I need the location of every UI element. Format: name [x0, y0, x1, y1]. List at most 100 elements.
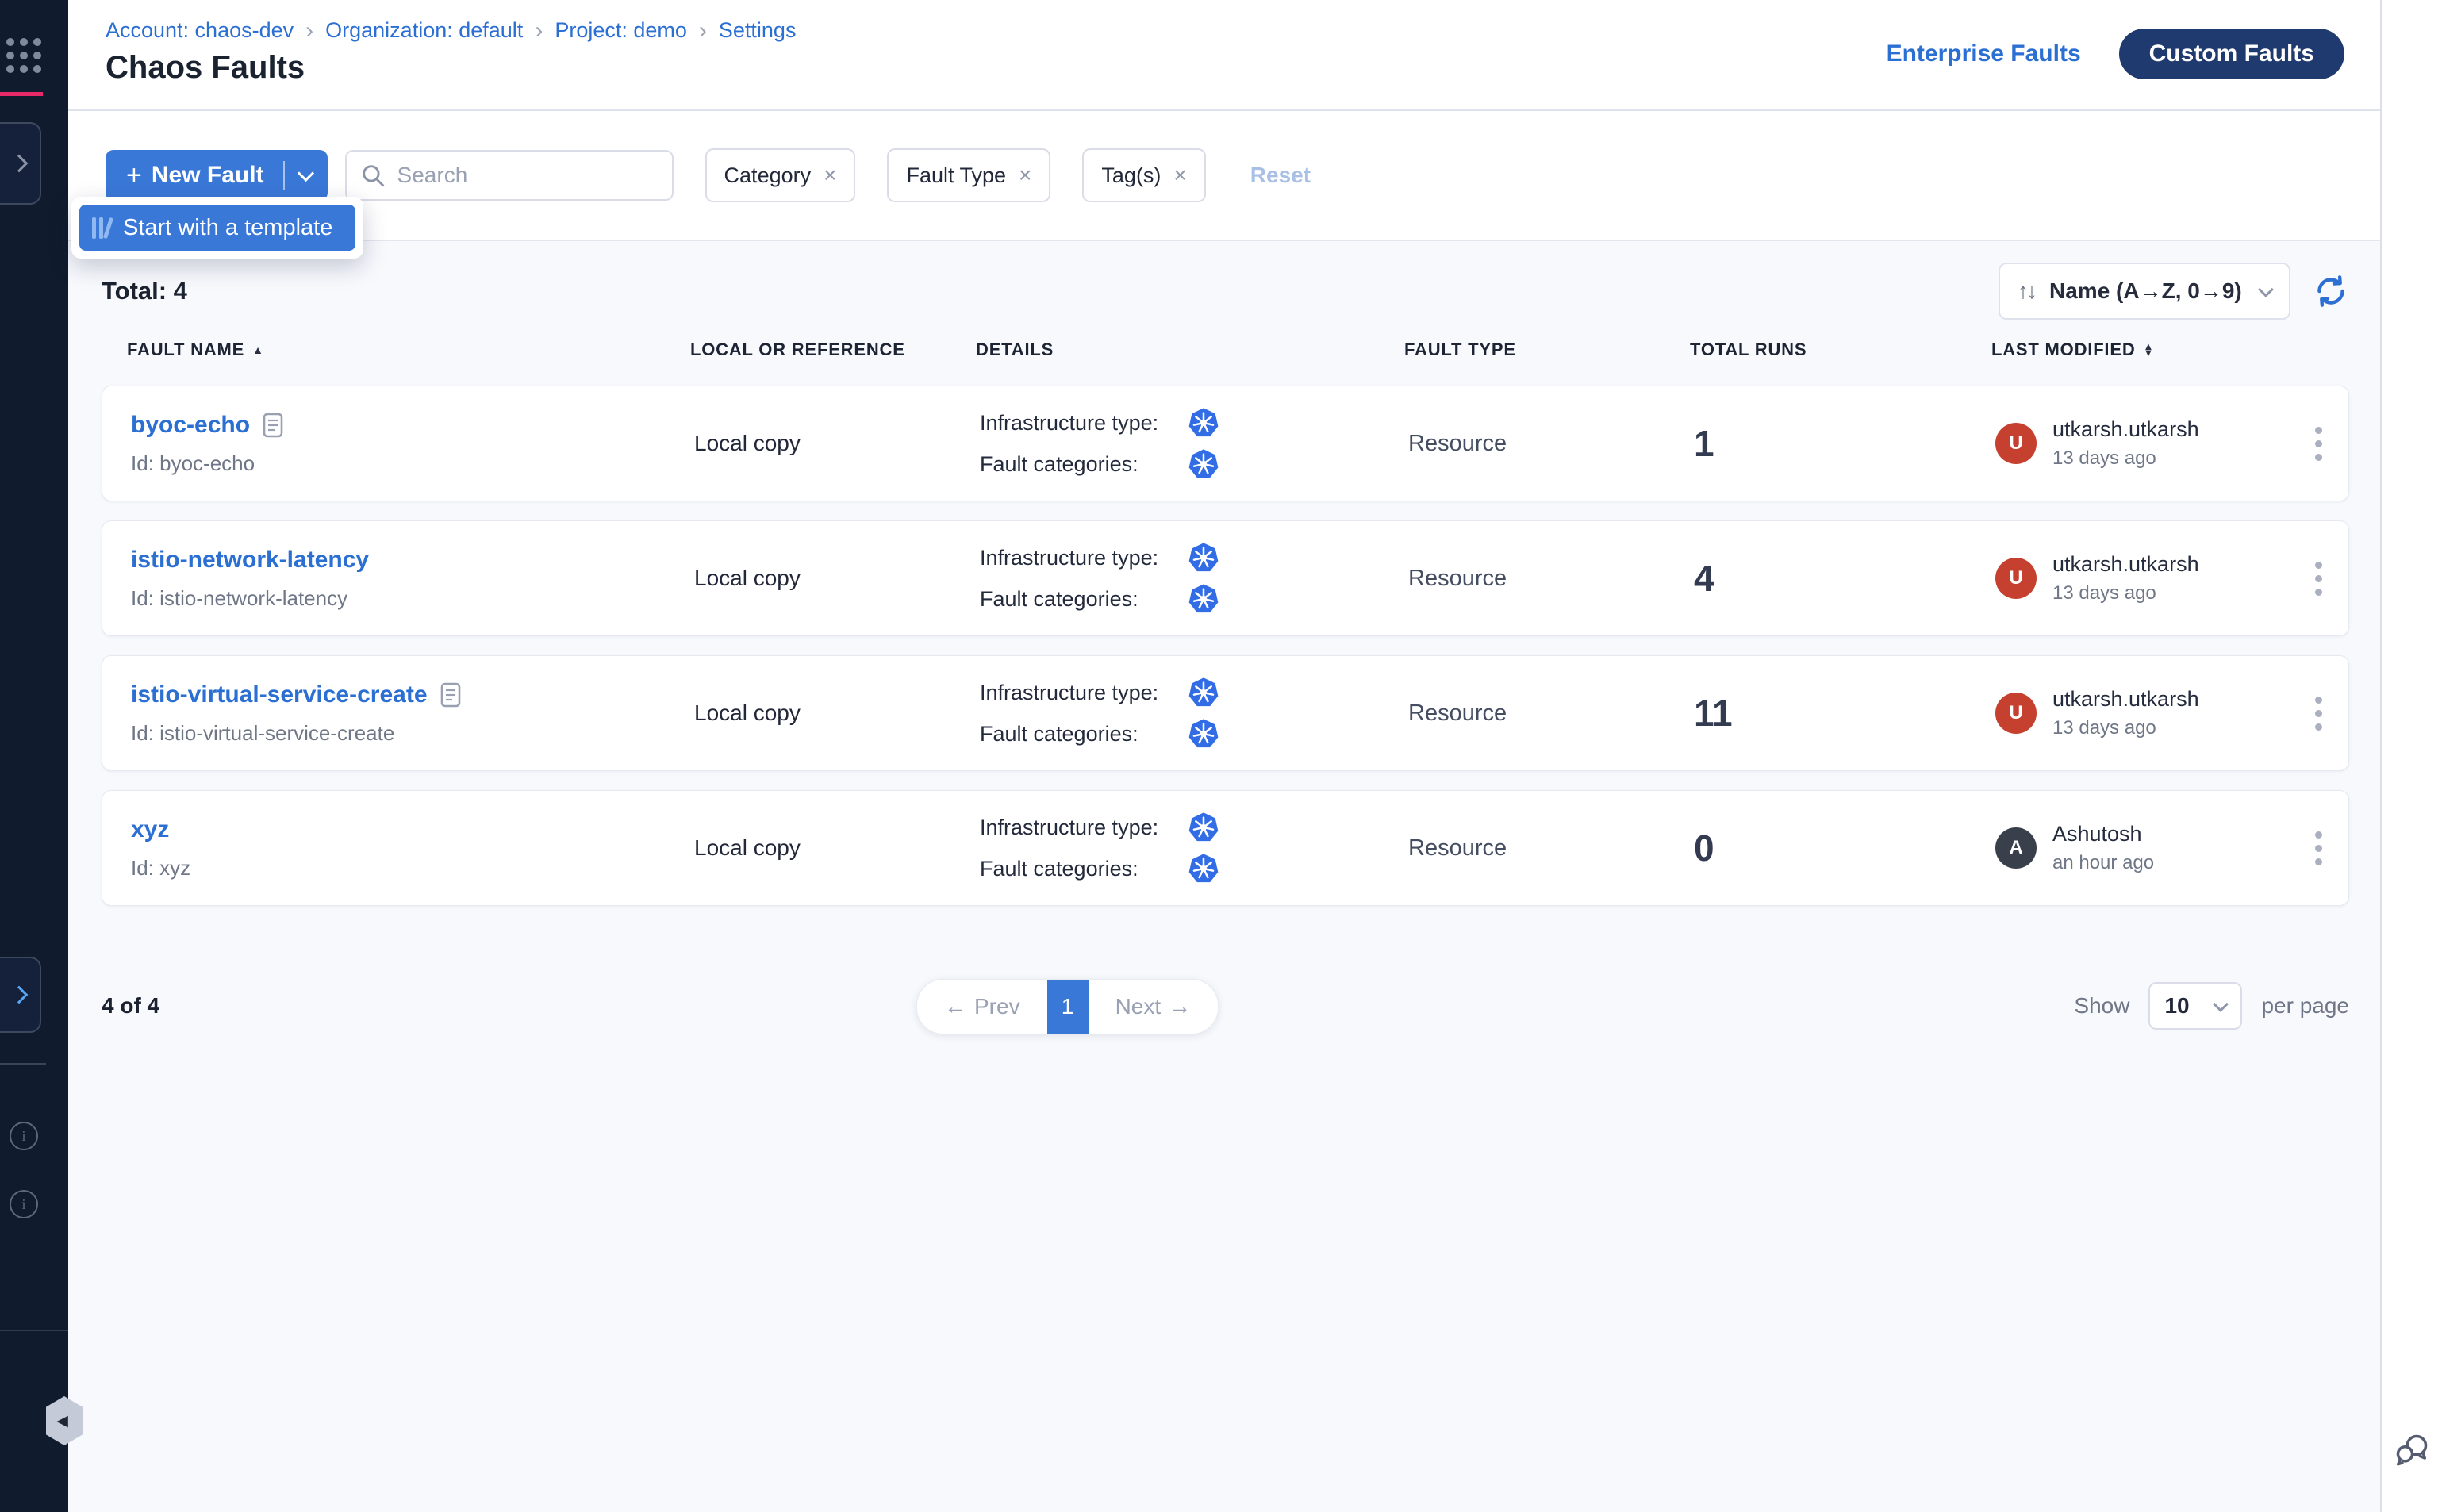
- column-fault-name[interactable]: FAULT NAME ▲: [127, 340, 690, 360]
- modified-time: an hour ago: [2052, 852, 2154, 874]
- current-page-button[interactable]: 1: [1047, 980, 1089, 1034]
- new-fault-button[interactable]: + New Fault: [106, 150, 283, 201]
- page-size-select[interactable]: 10: [2148, 982, 2242, 1030]
- collapse-arrow-icon: ◀: [56, 1412, 68, 1430]
- fault-id: Id: istio-virtual-service-create: [131, 721, 694, 746]
- column-last-modified[interactable]: LAST MODIFIED ▲▼: [1991, 340, 2285, 360]
- fault-categories-label: Fault categories:: [980, 857, 1188, 881]
- chevron-right-icon: [10, 155, 29, 173]
- fault-id: Id: istio-network-latency: [131, 586, 694, 611]
- modified-time: 13 days ago: [2052, 447, 2199, 470]
- table-row: istio-virtual-service-create Id: istio-v…: [102, 655, 2349, 771]
- fault-categories-label: Fault categories:: [980, 722, 1188, 746]
- refresh-icon: [2313, 273, 2349, 309]
- fault-name-link[interactable]: xyz: [131, 816, 169, 843]
- custom-faults-button[interactable]: Custom Faults: [2119, 29, 2344, 79]
- new-fault-split-button: + New Fault: [106, 150, 328, 201]
- last-modified-cell: U utkarsh.utkarsh 13 days ago: [1995, 687, 2289, 739]
- start-with-template-menu-item[interactable]: Start with a template: [79, 205, 355, 251]
- filter-chip-tags[interactable]: Tag(s) ×: [1082, 148, 1205, 202]
- faults-list-area: Total: 4 ↑↓ Name (A→Z, 0→9): [68, 262, 2382, 1033]
- table-row: byoc-echo Id: byoc-echo Local copy Infra…: [102, 386, 2349, 501]
- fault-name-link[interactable]: byoc-echo: [131, 412, 250, 439]
- kubernetes-icon: [1188, 407, 1219, 439]
- close-icon[interactable]: ×: [824, 163, 836, 188]
- filter-label: Category: [724, 163, 812, 188]
- breadcrumb-account[interactable]: Account: chaos-dev: [106, 18, 294, 43]
- filter-chip-category[interactable]: Category ×: [705, 148, 856, 202]
- breadcrumb-separator: ›: [305, 17, 313, 43]
- prev-page-button[interactable]: ← Prev: [917, 980, 1047, 1034]
- kebab-menu-icon[interactable]: [2310, 827, 2327, 870]
- main-content: Account: chaos-dev › Organization: defau…: [68, 0, 2382, 1512]
- new-fault-label: New Fault: [152, 162, 264, 189]
- kebab-menu-icon[interactable]: [2310, 692, 2327, 735]
- refresh-button[interactable]: [2313, 273, 2349, 309]
- modified-time: 13 days ago: [2052, 717, 2199, 739]
- prev-arrow-icon: ←: [944, 994, 966, 1019]
- info-icon[interactable]: i: [10, 1190, 38, 1218]
- filter-chip-fault-type[interactable]: Fault Type ×: [887, 148, 1050, 202]
- close-icon[interactable]: ×: [1173, 163, 1186, 188]
- fault-categories-label: Fault categories:: [980, 452, 1188, 477]
- avatar: A: [1995, 827, 2037, 869]
- sort-updown-icon: ▲▼: [2144, 343, 2155, 356]
- total-runs-value: 0: [1694, 827, 1995, 869]
- next-page-button[interactable]: Next →: [1089, 980, 1219, 1034]
- enterprise-faults-link[interactable]: Enterprise Faults: [1887, 40, 2081, 67]
- last-modified-cell: A Ashutosh an hour ago: [1995, 822, 2289, 874]
- breadcrumb-organization[interactable]: Organization: default: [325, 18, 523, 43]
- infrastructure-type-label: Infrastructure type:: [980, 411, 1188, 436]
- modified-by: utkarsh.utkarsh: [2052, 687, 2199, 712]
- table-row: istio-network-latency Id: istio-network-…: [102, 520, 2349, 636]
- sidebar-divider: [0, 1330, 68, 1331]
- manifest-icon[interactable]: [440, 682, 461, 708]
- modified-by: Ashutosh: [2052, 822, 2154, 846]
- infrastructure-type-label: Infrastructure type:: [980, 815, 1188, 840]
- kubernetes-icon: [1188, 583, 1219, 615]
- kebab-menu-icon[interactable]: [2310, 557, 2327, 601]
- kubernetes-icon: [1188, 718, 1219, 750]
- table-row: xyz Id: xyz Local copy Infrastructure ty…: [102, 790, 2349, 906]
- sidebar-divider: [0, 1063, 46, 1065]
- chevron-right-icon: [10, 986, 29, 1004]
- column-fault-type: FAULT TYPE: [1404, 340, 1690, 360]
- fault-details: Infrastructure type: Fault categories:: [980, 812, 1408, 885]
- nav-expand-button[interactable]: [0, 122, 41, 205]
- left-nav-sidebar: i i: [0, 0, 68, 1512]
- faults-list: byoc-echo Id: byoc-echo Local copy Infra…: [102, 386, 2349, 906]
- fault-details: Infrastructure type: Fault categories:: [980, 407, 1408, 480]
- modified-by: utkarsh.utkarsh: [2052, 417, 2199, 442]
- fault-name-link[interactable]: istio-network-latency: [131, 547, 369, 574]
- breadcrumb-project[interactable]: Project: demo: [555, 18, 687, 43]
- pager: ← Prev 1 Next →: [916, 979, 1219, 1034]
- search-input[interactable]: [396, 162, 666, 189]
- total-runs-value: 1: [1694, 422, 1995, 465]
- table-header-row: FAULT NAME ▲ LOCAL OR REFERENCE DETAILS …: [102, 335, 2349, 365]
- sort-select[interactable]: ↑↓ Name (A→Z, 0→9): [1999, 263, 2290, 320]
- reset-filters-link[interactable]: Reset: [1250, 163, 1311, 188]
- last-modified-cell: U utkarsh.utkarsh 13 days ago: [1995, 417, 2289, 470]
- chevron-down-icon: [2214, 996, 2229, 1012]
- right-edge-strip: [2380, 0, 2442, 1512]
- chat-help-button[interactable]: [2393, 1432, 2431, 1472]
- fault-type-value: Resource: [1408, 431, 1694, 457]
- breadcrumb-settings[interactable]: Settings: [719, 18, 797, 43]
- new-fault-dropdown-toggle[interactable]: [285, 150, 328, 201]
- sort-value: Name (A→Z, 0→9): [2049, 278, 2242, 304]
- breadcrumb-separator: ›: [699, 17, 707, 43]
- info-icon[interactable]: i: [10, 1122, 38, 1150]
- infrastructure-type-label: Infrastructure type:: [980, 681, 1188, 705]
- app-grid-icon[interactable]: [6, 38, 41, 73]
- manifest-icon[interactable]: [263, 413, 283, 438]
- infrastructure-type-label: Infrastructure type:: [980, 546, 1188, 570]
- total-runs-value: 4: [1694, 557, 1995, 600]
- kebab-menu-icon[interactable]: [2310, 422, 2327, 466]
- fault-name-link[interactable]: istio-virtual-service-create: [131, 681, 428, 708]
- pagination-summary: 4 of 4: [102, 993, 159, 1019]
- total-count: Total: 4: [102, 277, 187, 305]
- close-icon[interactable]: ×: [1019, 163, 1031, 188]
- per-page-label: per page: [2261, 993, 2349, 1019]
- nav-expand-button-secondary[interactable]: [0, 957, 41, 1033]
- chat-icon: [2393, 1432, 2431, 1468]
